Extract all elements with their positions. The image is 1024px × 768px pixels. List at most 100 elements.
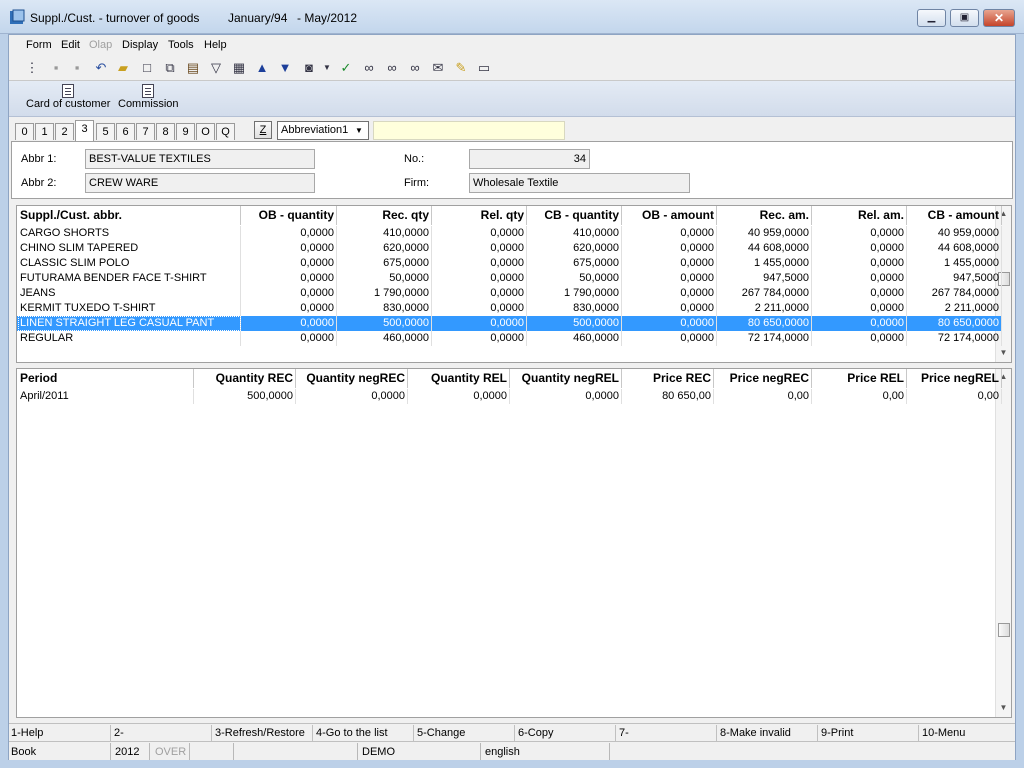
period-column-header-8[interactable]: Price negREL — [907, 369, 1002, 388]
binoculars-next-icon[interactable]: ∞ — [407, 60, 423, 76]
maximize-button[interactable]: ▣ — [950, 9, 979, 27]
camera-icon[interactable]: ◙ — [301, 60, 317, 76]
period-column-header-0[interactable]: Period — [18, 369, 194, 388]
window-title: Suppl./Cust. - turnover of goods — [30, 11, 200, 25]
turnover-row-cell: FUTURAMA BENDER FACE T-SHIRT — [18, 271, 241, 286]
turnover-row[interactable]: LINEN STRAIGHT LEG CASUAL PANT 0,0000 500,… — [17, 316, 1002, 331]
new-document-icon[interactable]: □ — [139, 60, 155, 76]
tab-9[interactable]: 9 — [176, 123, 195, 140]
turnover-row[interactable]: CARGO SHORTS 0,0000 410,0000 0,0000 410,0000… — [17, 226, 1002, 241]
scroll-thumb[interactable] — [998, 623, 1010, 637]
title-bar[interactable]: Suppl./Cust. - turnover of goods January… — [0, 0, 1024, 34]
fkey-goto-list[interactable]: 4-Go to the list — [316, 727, 388, 739]
menu-help[interactable]: Help — [204, 39, 227, 51]
period-column-header-6[interactable]: Price negREC — [714, 369, 812, 388]
fkey-change[interactable]: 5-Change — [417, 727, 465, 739]
card-of-customer-button[interactable]: Card of customer — [26, 84, 110, 110]
fkey-2[interactable]: 2- — [114, 727, 124, 739]
menu-edit[interactable]: Edit — [61, 39, 80, 51]
turnover-row[interactable]: CLASSIC SLIM POLO 0,0000 675,0000 0,0000 675… — [17, 256, 1002, 271]
tree-icon[interactable]: ⋮ — [24, 60, 40, 76]
fkey-menu[interactable]: 10-Menu — [922, 727, 965, 739]
turnover-row-cell: 410,0000 — [527, 226, 622, 241]
minimize-button[interactable]: ▁ — [917, 9, 946, 27]
edit-note-icon[interactable]: ✎ — [453, 60, 469, 76]
period-column-header-5[interactable]: Price REC — [622, 369, 714, 388]
period-row[interactable]: April/2011 500,0000 0,0000 0,0000 0,0000 80 6… — [17, 389, 1002, 404]
status-bar: Book 2012 OVER DEMO english — [9, 741, 1015, 760]
book-icon[interactable]: ▤ — [185, 60, 201, 76]
abbr2-field: CREW WARE — [85, 173, 315, 193]
turnover-column-header-8[interactable]: CB - amount — [907, 206, 1002, 225]
menu-display[interactable]: Display — [122, 39, 158, 51]
turnover-row[interactable]: KERMIT TUXEDO T-SHIRT 0,0000 830,0000 0,000… — [17, 301, 1002, 316]
scroll-down-icon[interactable]: ▼ — [996, 701, 1011, 715]
fkey-help[interactable]: 1-Help — [11, 727, 43, 739]
commission-label: Commission — [118, 98, 179, 110]
tab-1[interactable]: 1 — [35, 123, 54, 140]
fkey-refresh[interactable]: 3-Refresh/Restore — [215, 727, 305, 739]
turnover-row-cell: 50,0000 — [337, 271, 432, 286]
z-button[interactable]: Z — [254, 121, 272, 139]
scroll-down-icon[interactable]: ▼ — [996, 346, 1011, 360]
tab-8[interactable]: 8 — [156, 123, 175, 140]
fkey-print[interactable]: 9-Print — [821, 727, 853, 739]
tab-0[interactable]: 0 — [15, 123, 34, 140]
search-input[interactable] — [373, 121, 565, 140]
turnover-row[interactable]: CHINO SLIM TAPERED 0,0000 620,0000 0,0000 62… — [17, 241, 1002, 256]
turnover-row-cell: CHINO SLIM TAPERED — [18, 241, 241, 256]
turnover-column-header-4[interactable]: CB - quantity — [527, 206, 622, 225]
turnover-column-header-5[interactable]: OB - amount — [622, 206, 717, 225]
turnover-grid: ▲ ▼ Suppl./Cust. abbr. OB - quantity Rec. … — [16, 205, 1012, 363]
sort-combo[interactable]: Abbreviation1 ▼ — [277, 121, 369, 140]
fkey-make-invalid[interactable]: 8-Make invalid — [720, 727, 791, 739]
fkey-7[interactable]: 7- — [619, 727, 629, 739]
turnover-row[interactable]: FUTURAMA BENDER FACE T-SHIRT 0,0000 50,000… — [17, 271, 1002, 286]
check-recycle-icon[interactable]: ✓ — [338, 60, 354, 76]
turnover-column-header-2[interactable]: Rec. qty — [337, 206, 432, 225]
binoculars-find-icon[interactable]: ∞ — [384, 60, 400, 76]
turnover-row-cell: 1 455,0000 — [907, 256, 1002, 271]
tab-6[interactable]: 6 — [116, 123, 135, 140]
arrow-down-icon[interactable]: ▼ — [277, 60, 293, 76]
period-column-header-1[interactable]: Quantity REC — [194, 369, 296, 388]
turnover-row-cell: 267 784,0000 — [907, 286, 1002, 301]
close-button[interactable]: ✕ — [983, 9, 1015, 27]
turnover-row[interactable]: REGULAR 0,0000 460,0000 0,0000 460,0000 0,000… — [17, 331, 1002, 346]
report-icon[interactable]: ▭ — [476, 60, 492, 76]
binoculars-icon[interactable]: ∞ — [361, 60, 377, 76]
tab-2[interactable]: 2 — [55, 123, 74, 140]
tab-7[interactable]: 7 — [136, 123, 155, 140]
tab-3[interactable]: 3 — [75, 120, 94, 141]
chevron-down-icon[interactable]: ▼ — [352, 123, 366, 138]
undo-icon[interactable]: ↶ — [93, 60, 109, 76]
turnover-column-header-7[interactable]: Rel. am. — [812, 206, 907, 225]
menu-form[interactable]: Form — [26, 39, 52, 51]
command-bar: Card of customer Commission — [9, 81, 1015, 117]
turnover-column-header-3[interactable]: Rel. qty — [432, 206, 527, 225]
period-column-header-3[interactable]: Quantity REL — [408, 369, 510, 388]
period-scrollbar[interactable]: ▲ ▼ — [995, 369, 1011, 717]
turnover-row-cell: 0,0000 — [812, 241, 907, 256]
fkey-copy[interactable]: 6-Copy — [518, 727, 553, 739]
mail-icon[interactable]: ✉ — [430, 60, 446, 76]
filter-list-icon[interactable]: ▦ — [231, 60, 247, 76]
turnover-row-cell: 0,0000 — [622, 241, 717, 256]
turnover-column-header-6[interactable]: Rec. am. — [717, 206, 812, 225]
period-column-header-4[interactable]: Quantity negREL — [510, 369, 622, 388]
arrow-up-icon[interactable]: ▲ — [254, 60, 270, 76]
tab-5[interactable]: 5 — [96, 123, 115, 140]
filter-icon[interactable]: ▽ — [208, 60, 224, 76]
tab-q[interactable]: Q — [216, 123, 235, 140]
period-column-header-2[interactable]: Quantity negREC — [296, 369, 408, 388]
turnover-row[interactable]: JEANS 0,0000 1 790,0000 0,0000 1 790,0000 0,0… — [17, 286, 1002, 301]
dropdown-arrow-icon[interactable]: ▼ — [319, 60, 335, 76]
copy-icon[interactable]: ⧉ — [162, 60, 178, 76]
commission-button[interactable]: Commission — [118, 84, 179, 110]
period-column-header-7[interactable]: Price REL — [812, 369, 907, 388]
open-folder-icon[interactable]: ▰ — [115, 60, 131, 76]
turnover-column-header-0[interactable]: Suppl./Cust. abbr. — [18, 206, 241, 225]
tab-o[interactable]: O — [196, 123, 215, 140]
turnover-column-header-1[interactable]: OB - quantity — [242, 206, 337, 225]
menu-tools[interactable]: Tools — [168, 39, 194, 51]
